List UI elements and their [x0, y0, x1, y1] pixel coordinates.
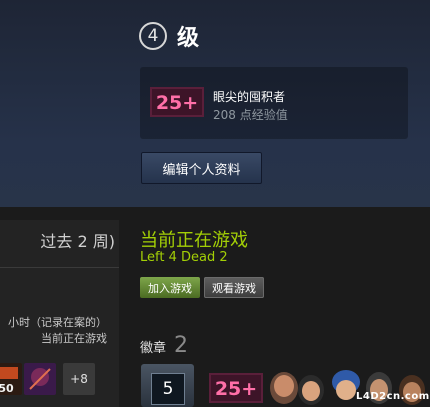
badge-name: 眼尖的囤积者: [213, 90, 286, 104]
badges-count: 2: [174, 333, 189, 358]
level-number-circle: 4: [139, 22, 167, 50]
divider: [0, 267, 119, 268]
favorite-badge-card[interactable]: 25+ 眼尖的囤积者 208 点经验值: [140, 67, 408, 139]
more-games-button[interactable]: +8: [63, 363, 95, 395]
profile-level: 4 级: [139, 20, 199, 52]
current-game-name[interactable]: Left 4 Dead 2: [140, 250, 228, 265]
svg-text:50: 50: [0, 382, 14, 395]
game-icon[interactable]: [24, 363, 56, 395]
badge-25plus-icon: 25+: [150, 87, 204, 117]
currently-playing-title: 当前正在游戏: [140, 230, 248, 251]
years-of-service-badge[interactable]: 5: [141, 364, 194, 407]
svg-text:25+: 25+: [156, 92, 198, 114]
svg-text:25+: 25+: [215, 378, 257, 400]
recent-activity-title: 过去 2 周): [40, 232, 115, 251]
currently-in-game-text: 当前正在游戏: [41, 332, 107, 345]
hours-on-record: 小时（记录在案的）: [8, 316, 107, 329]
badges-label: 徽章: [140, 341, 167, 356]
watermark-text: L4D2cn.com: [356, 391, 430, 402]
badge-25plus-icon[interactable]: 25+: [209, 373, 263, 403]
join-game-button[interactable]: 加入游戏: [140, 277, 200, 298]
years-number: 5: [151, 373, 185, 405]
level-label: 级: [177, 26, 200, 51]
badge-xp: 208 点经验值: [213, 108, 288, 122]
badges-header[interactable]: 徽章 2: [140, 333, 188, 358]
edit-profile-button[interactable]: 编辑个人资料: [141, 152, 262, 184]
view-game-button[interactable]: 观看游戏: [204, 277, 264, 298]
game-icon[interactable]: 50: [0, 363, 22, 395]
